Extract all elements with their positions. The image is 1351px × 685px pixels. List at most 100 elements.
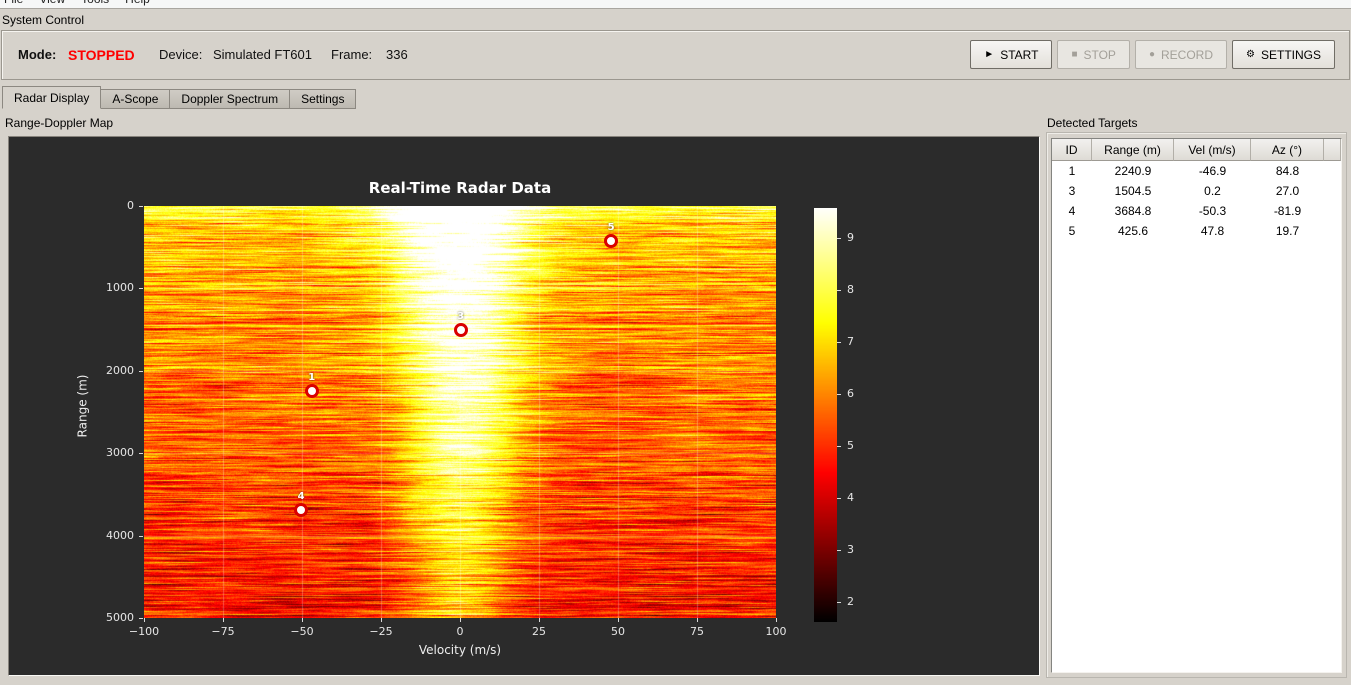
x-tick-label: 100 <box>765 625 787 638</box>
target-marker[interactable] <box>294 502 309 517</box>
column-header-id[interactable]: ID <box>1052 139 1092 161</box>
tab-bar: Radar Display A-Scope Doppler Spectrum Sett… <box>2 86 357 109</box>
target-marker-label: 1 <box>308 371 316 383</box>
range-doppler-heatmap[interactable] <box>144 206 776 618</box>
cell: 47.8 <box>1200 224 1225 238</box>
column-header-range-m[interactable]: Range (m) <box>1092 139 1174 161</box>
table-row[interactable]: 4 3684.8 -50.3 -81.9 <box>1052 201 1341 221</box>
colorbar-tick-label: 7 <box>847 335 854 348</box>
y-tick-label: 1000 <box>106 281 134 295</box>
cell: 1504.5 <box>1114 184 1152 198</box>
plot-title: Real-Time Radar Data <box>368 179 552 197</box>
mode-value: STOPPED <box>68 47 135 63</box>
range-doppler-map-label: Range-Doppler Map <box>5 116 114 130</box>
cell: -46.9 <box>1198 164 1227 178</box>
tab-a-scope[interactable]: A-Scope <box>100 89 171 109</box>
x-tick-mark <box>144 618 145 622</box>
colorbar-tick-label: 8 <box>847 283 854 296</box>
colorbar-tick-mark <box>837 602 841 603</box>
target-marker[interactable] <box>604 234 619 249</box>
menu-bar: File View Tools Help <box>0 0 1351 9</box>
x-tick-label: 25 <box>532 625 546 638</box>
y-tick-mark <box>139 288 143 290</box>
target-marker-label: 4 <box>297 490 305 502</box>
cell: 4 <box>1068 204 1076 218</box>
stop-icon: ■ <box>1071 48 1078 60</box>
x-tick-mark <box>223 618 224 622</box>
record-icon: ● <box>1148 48 1155 60</box>
colorbar-tick-mark <box>837 342 841 343</box>
target-marker[interactable] <box>304 383 319 398</box>
column-header-vel-m-s[interactable]: Vel (m/s) <box>1174 139 1251 161</box>
x-tick-mark <box>697 618 698 622</box>
menu-item-help[interactable]: Help <box>125 0 150 7</box>
menu-item-view[interactable]: View <box>39 0 65 7</box>
colorbar-tick-mark <box>837 446 841 447</box>
table-row[interactable]: 1 2240.9 -46.9 84.8 <box>1052 161 1341 181</box>
colorbar-tick-mark <box>837 394 841 395</box>
colorbar-tick-mark <box>837 238 841 239</box>
cell: -81.9 <box>1273 204 1302 218</box>
y-tick-label: 5000 <box>106 611 134 624</box>
cell: 425.6 <box>1117 224 1149 238</box>
system-control-label: System Control <box>2 13 85 27</box>
cell: 3 <box>1068 184 1076 198</box>
device-value: Simulated FT601 <box>213 47 312 62</box>
cell: 5 <box>1068 224 1076 238</box>
colorbar-tick-label: 3 <box>847 543 854 556</box>
y-tick-label: 3000 <box>106 446 134 460</box>
x-tick-mark <box>539 618 540 622</box>
start-button[interactable]: ► START <box>970 40 1053 69</box>
mode-label: Mode: <box>18 47 57 62</box>
detected-targets-panel: ID Range (m) Vel (m/s) Az (°) 1 2240.9 -46.9 8… <box>1046 132 1347 678</box>
menu-items: File View Tools Help <box>0 0 1351 7</box>
system-control-panel: Mode: STOPPED Device: Simulated FT601 Fr… <box>1 30 1350 80</box>
cell: 1 <box>1068 164 1076 178</box>
cell: 19.7 <box>1275 224 1300 238</box>
settings-button[interactable]: ⚙ SETTINGS <box>1232 40 1335 69</box>
tab-doppler-spectrum[interactable]: Doppler Spectrum <box>169 89 291 109</box>
colorbar-tick-label: 5 <box>847 439 854 452</box>
y-axis-label: Range (m) <box>75 374 90 438</box>
y-tick-label: 2000 <box>106 363 134 377</box>
target-marker[interactable] <box>453 322 468 337</box>
device-label: Device: <box>159 47 203 62</box>
x-tick-label: −100 <box>128 625 160 638</box>
record-button[interactable]: ● RECORD <box>1134 40 1228 69</box>
x-tick-mark <box>381 618 382 622</box>
y-tick-label: 0 <box>127 199 134 212</box>
control-buttons: ► START ■ STOP ● RECORD ⚙ SETTINGS <box>970 40 1335 69</box>
x-tick-mark <box>618 618 619 622</box>
frame-label: Frame: <box>331 47 373 62</box>
colorbar-tick-mark <box>837 498 841 499</box>
stop-button[interactable]: ■ STOP <box>1057 40 1130 69</box>
targets-table-header: ID Range (m) Vel (m/s) Az (°) <box>1052 139 1341 161</box>
tab-radar-display[interactable]: Radar Display <box>2 86 102 109</box>
y-tick-mark <box>139 370 143 372</box>
column-header-filler[interactable] <box>1324 139 1341 161</box>
table-row[interactable]: 3 1504.5 0.2 27.0 <box>1052 181 1341 201</box>
button-label: SETTINGS <box>1260 47 1321 62</box>
colorbar <box>814 208 837 622</box>
cell: 27.0 <box>1275 184 1300 198</box>
button-label: RECORD <box>1161 47 1214 62</box>
y-tick-mark <box>139 618 143 619</box>
tab-settings[interactable]: Settings <box>289 89 357 109</box>
menu-item-file[interactable]: File <box>4 0 23 7</box>
x-tick-label: −25 <box>369 625 393 638</box>
colorbar-tick-label: 9 <box>847 231 854 244</box>
x-tick-label: 75 <box>690 625 704 638</box>
y-tick-mark <box>139 535 143 537</box>
targets-table-body: 1 2240.9 -46.9 84.8 3 1504.5 0.2 27.0 4 3684.8 -50… <box>1052 161 1341 241</box>
y-tick-mark <box>139 206 143 207</box>
x-tick-mark <box>460 618 461 622</box>
table-row[interactable]: 5 425.6 47.8 19.7 <box>1052 221 1341 241</box>
column-header-az[interactable]: Az (°) <box>1251 139 1324 161</box>
menu-item-tools[interactable]: Tools <box>81 0 109 7</box>
cell: 2240.9 <box>1114 164 1152 178</box>
x-tick-label: −75 <box>211 625 235 638</box>
x-tick-label: 50 <box>611 625 625 638</box>
detected-targets-label: Detected Targets <box>1047 116 1138 130</box>
targets-table[interactable]: ID Range (m) Vel (m/s) Az (°) 1 2240.9 -46.9 8… <box>1051 138 1342 673</box>
target-marker-label: 3 <box>457 310 465 322</box>
